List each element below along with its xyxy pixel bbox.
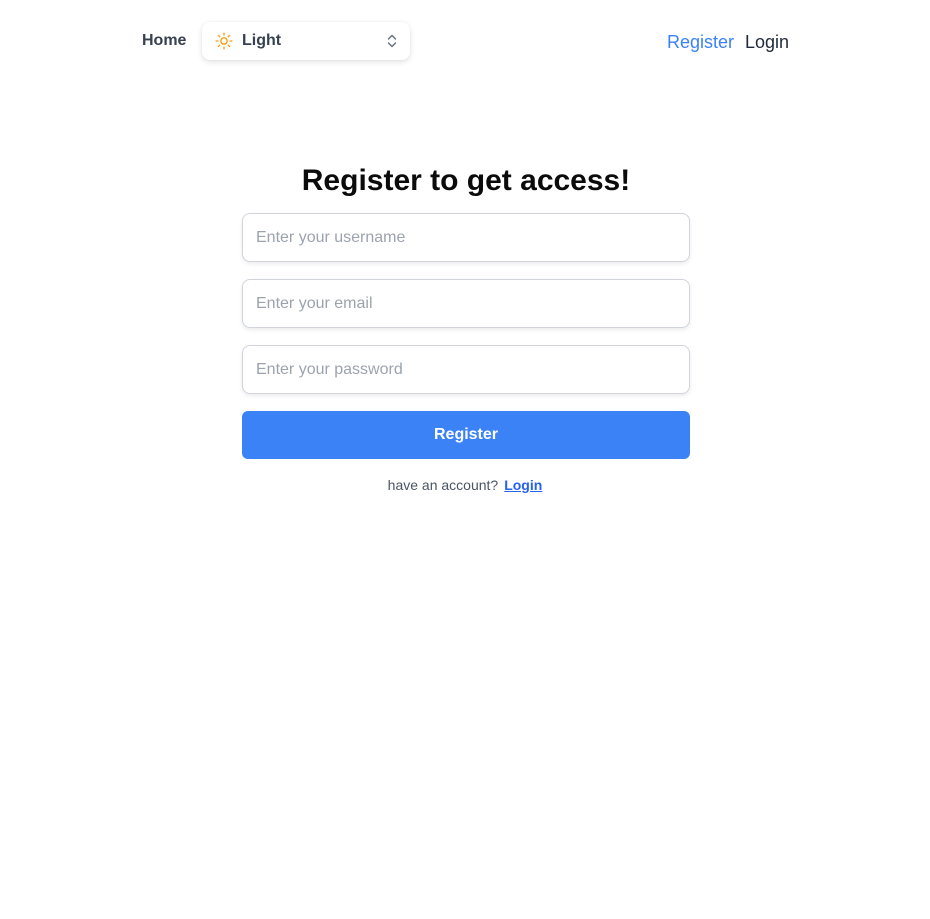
theme-select-value: Light — [242, 32, 282, 49]
register-button[interactable]: Register — [242, 411, 690, 459]
nav-login-link[interactable]: Login — [745, 30, 789, 54]
email-input[interactable] — [242, 279, 690, 328]
page-title: Register to get access! — [301, 164, 631, 197]
sun-icon — [215, 32, 233, 50]
chevron-up-down-icon — [387, 34, 397, 48]
nav-home-link[interactable]: Home — [142, 30, 186, 52]
nav-register-link[interactable]: Register — [667, 30, 734, 54]
register-page: Home Light Register Login Register to ge… — [0, 0, 930, 919]
username-input[interactable] — [242, 213, 690, 262]
login-prompt: have an account? Login — [0, 476, 930, 494]
login-prompt-text: have an account? — [387, 477, 499, 493]
top-nav: Home Light Register Login — [0, 0, 930, 84]
password-input[interactable] — [242, 345, 690, 394]
login-link[interactable]: Login — [504, 477, 542, 493]
theme-select[interactable]: Light — [202, 22, 410, 60]
